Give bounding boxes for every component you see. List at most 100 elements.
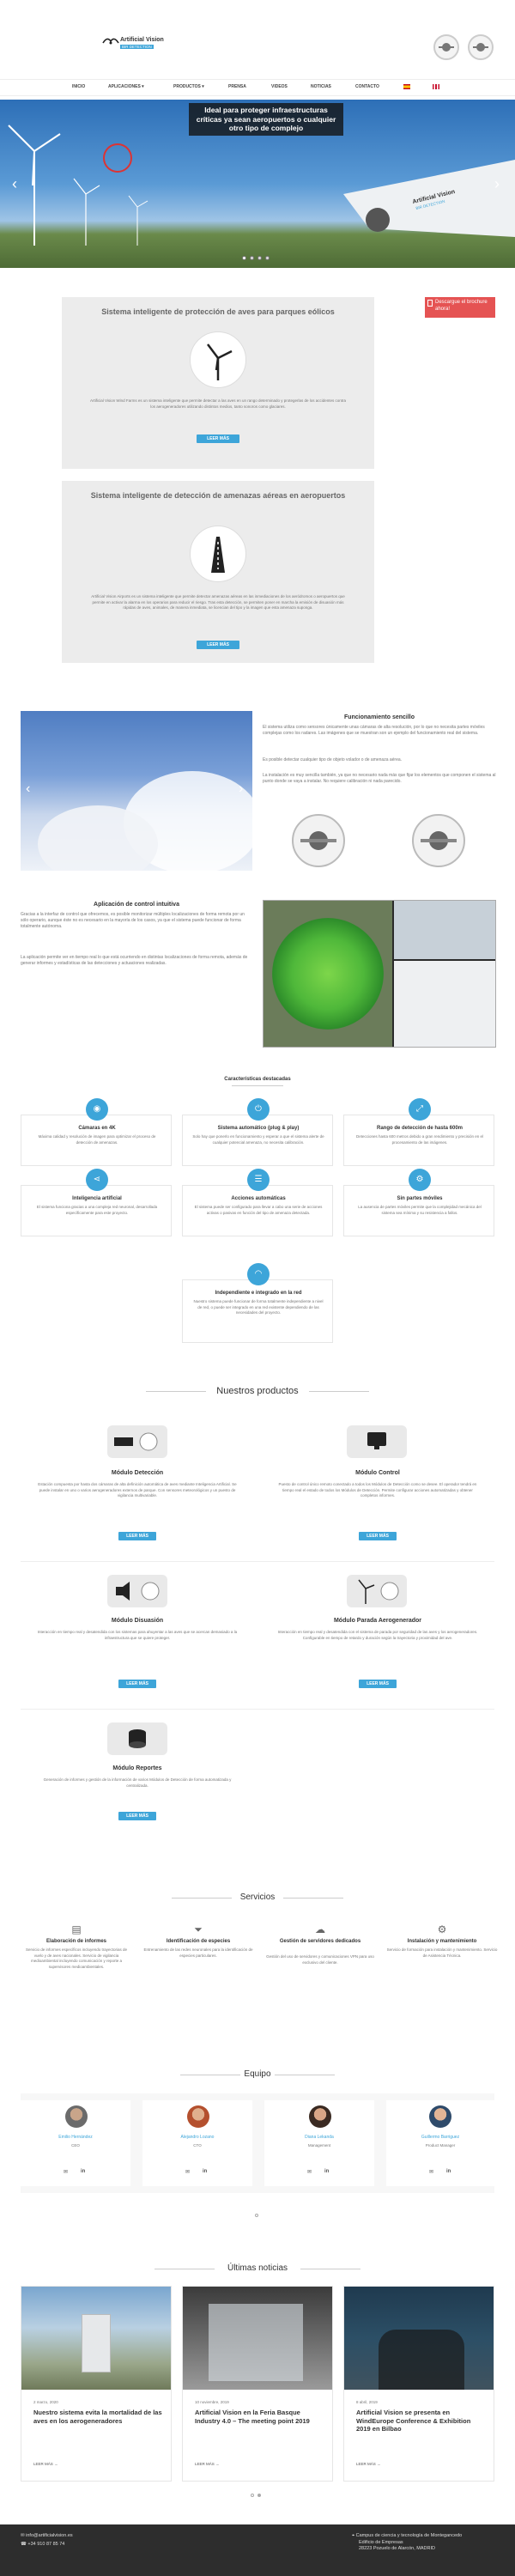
nav-prensa[interactable]: PRENSA [228, 84, 246, 89]
flag-es-icon[interactable] [403, 84, 410, 89]
email-icon[interactable]: ✉ [429, 2169, 433, 2175]
sky-prev-arrow[interactable]: ‹ [26, 781, 30, 797]
service-text: Gestión del uso de servidores y comunica… [266, 1954, 374, 1965]
slider-dot[interactable] [265, 256, 270, 260]
header: Artificial Vision BIR DETECTION [0, 0, 515, 96]
main-nav: INICIO APLICACIONES ▾ PRODUCTOS ▾ PRENSA… [72, 82, 458, 93]
nav-videos[interactable]: VIDEOS [271, 84, 288, 89]
product-image [347, 1425, 407, 1458]
feature-text: La ausencia de partes móviles permite qu… [358, 1205, 482, 1215]
product-read-more-button[interactable]: LEER MÁS [118, 1532, 156, 1540]
news-card[interactable]: 10 noviembre, 2019 Artificial Vision en … [182, 2286, 333, 2482]
solution-text: Artificial Vision Wind Farms es un siste… [89, 398, 347, 409]
feature-card: ◠ Independiente e integrado en la red Nu… [182, 1263, 333, 1343]
footer-phone-row[interactable]: ☎ +34 910 87 85 74 [21, 2542, 64, 2547]
news-image [183, 2287, 332, 2390]
product-image [107, 1425, 167, 1458]
product-text: Estación compuesta por hasta dos cámaras… [38, 1482, 237, 1498]
slider-dot[interactable] [250, 256, 254, 260]
team-role: CEO [71, 2143, 80, 2148]
news-pager-dot[interactable] [258, 2494, 261, 2497]
features-heading-line [232, 1085, 283, 1086]
hero-next-arrow[interactable]: › [494, 175, 500, 193]
team-role: CTO [193, 2143, 202, 2148]
radar-overlay [272, 918, 384, 1030]
product-read-more-button[interactable]: LEER MÁS [118, 1680, 156, 1688]
slider-dot[interactable] [242, 256, 246, 260]
nav-noticias[interactable]: NOTICIAS [311, 84, 331, 89]
footer-email-row[interactable]: ✉ info@artificialvision.es [21, 2533, 73, 2538]
product-read-more-button[interactable]: LEER MÁS [359, 1680, 397, 1688]
feature-text: Detecciones hasta 600 metros debido a gr… [355, 1134, 484, 1145]
flag-en-icon[interactable] [433, 84, 439, 89]
solution-read-more-button[interactable]: LEER MÁS [197, 641, 239, 649]
nav-contacto[interactable]: CONTACTO [355, 84, 379, 89]
product-title: Módulo Disuasión [111, 1618, 164, 1624]
feature-title: Sin partes móviles [397, 1196, 443, 1201]
news-card[interactable]: 8 abril, 2019 Artificial Vision se prese… [343, 2286, 494, 2482]
nav-aplicaciones[interactable]: APLICACIONES ▾ [108, 84, 144, 89]
solution-read-more-button[interactable]: LEER MÁS [197, 434, 239, 443]
hero-slider: Ideal para proteger infraestructuras crí… [0, 100, 515, 268]
logo-line2: BIR DETECTION [120, 45, 154, 49]
linkedin-icon[interactable]: in [203, 2169, 207, 2174]
footer-phone: +34 910 87 85 74 [27, 2542, 65, 2547]
team-role: Management [307, 2143, 331, 2148]
feature-card: ☰ Acciones automáticas El sistema puede … [182, 1169, 333, 1236]
feature-title: Cámaras en 4K [78, 1126, 116, 1131]
team-name: Alejandro Lozano [180, 2135, 215, 2140]
share-icon: ⋖ [93, 1175, 101, 1184]
service-text: Servicio de informes específicos incluye… [25, 1947, 128, 1969]
nav-productos[interactable]: PRODUCTOS ▾ [173, 84, 204, 89]
linkedin-icon[interactable]: in [324, 2169, 329, 2174]
camera-icon [114, 1432, 158, 1451]
solution-title: Sistema inteligente de protección de ave… [101, 307, 335, 316]
logo[interactable]: Artificial Vision BIR DETECTION [101, 33, 179, 55]
services-heading-line [172, 1898, 232, 1899]
feature-text: Solo hay que ponerlo en funcionamiento y… [192, 1134, 324, 1145]
news-pager-dot[interactable] [251, 2494, 254, 2497]
email-icon[interactable]: ✉ [307, 2169, 312, 2175]
logo-line1: Artificial Vision [120, 37, 164, 43]
news-read-more[interactable]: LEER MÁS → [33, 2462, 58, 2468]
hero-prev-arrow[interactable]: ‹ [12, 175, 17, 193]
hero-caption: Ideal para proteger infraestructuras crí… [189, 103, 343, 136]
linkedin-icon[interactable]: in [81, 2169, 85, 2174]
feature2-p2: La aplicación permite ver en tiempo real… [21, 955, 248, 966]
solution-title: Sistema inteligente de detección de amen… [90, 491, 346, 500]
product-title: Módulo Reportes [112, 1765, 162, 1771]
footer-address-line: 28223 Pozuelo de Alarcón, MADRID [359, 2546, 435, 2551]
product-read-more-button[interactable]: LEER MÁS [118, 1812, 156, 1820]
pdf-icon [427, 300, 433, 307]
power-icon: ⏻ [255, 1104, 262, 1114]
news-read-more[interactable]: LEER MÁS → [356, 2462, 381, 2468]
news-title: Artificial Vision en la Feria Basque Ind… [195, 2409, 310, 2425]
product-read-more-button[interactable]: LEER MÁS [359, 1532, 397, 1540]
sky-next-arrow[interactable]: › [239, 781, 243, 797]
news-date: 10 noviembre, 2019 [195, 2400, 229, 2404]
email-icon[interactable]: ✉ [185, 2169, 190, 2175]
wind-turbine-icon [358, 1579, 399, 1604]
news-card[interactable]: 2 marzo, 2020 Nuestro sistema evita la m… [21, 2286, 172, 2482]
feature-title: Rango de detección de hasta 600m [376, 1126, 464, 1131]
footer-address-line: ⌖ Campus de ciencia y tecnología de Mont… [352, 2533, 463, 2538]
team-card: Guillermo Barriguez Product Manager ✉ in [386, 2100, 494, 2186]
nav-inicio[interactable]: INICIO [72, 84, 85, 89]
wind-turbine-icon [190, 331, 246, 388]
product-image [107, 1722, 167, 1755]
logo-bird-icon [102, 38, 119, 45]
wifi-icon: ◠ [254, 1269, 263, 1279]
news-title: Nuestro sistema evita la mortalidad de l… [33, 2409, 162, 2425]
news-heading: Últimas noticias [227, 2263, 288, 2273]
team-pager-dot[interactable] [255, 2214, 258, 2217]
email-icon[interactable]: ✉ [64, 2169, 68, 2175]
linkedin-icon[interactable]: in [446, 2169, 451, 2174]
gear-icon: ⚙ [437, 1923, 447, 1935]
slider-dot[interactable] [258, 256, 262, 260]
data-panel [394, 961, 495, 1047]
news-read-more[interactable]: LEER MÁS → [195, 2462, 220, 2468]
product-text: Interacción en tiempo real y desatendida… [277, 1630, 478, 1640]
feature-text: El sistema puede ser configurado para ll… [194, 1205, 323, 1215]
brochure-button[interactable]: Descargue el brochure ahora! [425, 297, 495, 318]
list-icon: ☰ [254, 1175, 263, 1184]
